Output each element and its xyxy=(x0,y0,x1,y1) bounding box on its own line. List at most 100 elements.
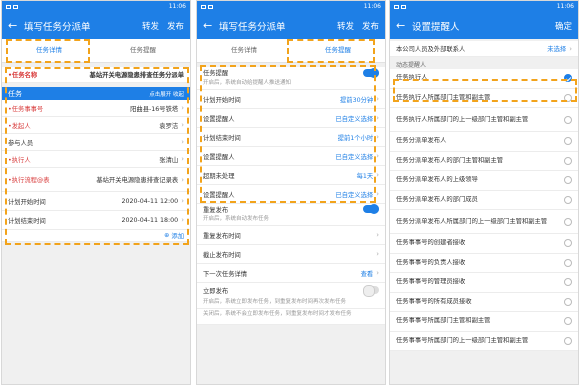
radio-icon[interactable] xyxy=(564,258,572,267)
view-link[interactable]: 查看 xyxy=(361,269,374,278)
row-label: 下一次任务详情 xyxy=(203,270,248,278)
add-button[interactable]: 添加 xyxy=(171,231,184,240)
radio-checked-icon[interactable] xyxy=(564,74,572,83)
reminder-row[interactable]: 计划结束时间 提前1个小时 › xyxy=(197,128,385,147)
chevron-right-icon: › xyxy=(376,269,379,277)
radio-icon[interactable] xyxy=(564,297,572,306)
radio-icon[interactable] xyxy=(564,217,572,226)
row-label: 计划结束时间 xyxy=(8,217,46,225)
option-row[interactable]: 任务分派单发布人 xyxy=(390,132,578,152)
forward-button[interactable]: 转发 xyxy=(142,20,159,32)
reminder-row[interactable]: 设置提醒人 已自定义选择 › xyxy=(197,185,385,204)
option-row[interactable]: 任务事事号所属部门的上一级部门主管和副主管 xyxy=(390,331,578,351)
option-label: 任务执行人 xyxy=(396,74,428,82)
radio-icon[interactable] xyxy=(564,336,572,345)
tab-task-details[interactable]: 任务详情 xyxy=(2,39,96,62)
immediate-toggle[interactable] xyxy=(363,285,379,297)
back-arrow-icon[interactable]: ← xyxy=(8,19,24,32)
radio-icon[interactable] xyxy=(564,278,572,287)
repeat-toggle[interactable] xyxy=(363,204,379,214)
form-row[interactable]: •任务事事号 阳曲县-16号铁塔 › xyxy=(2,100,190,117)
phone-task-reminder: 11:06 ← 填写任务分派单 转发 发布 任务详情 任务提醒 任务提醒 开启后… xyxy=(196,0,386,385)
tab-task-details[interactable]: 任务详情 xyxy=(197,39,291,62)
option-label: 任务事事号的负责人接收 xyxy=(396,258,466,266)
expand-collapse-link[interactable]: 点击展开 收起 xyxy=(149,90,184,98)
option-row[interactable]: 任务分派单发布人的上级领导 xyxy=(390,171,578,191)
chevron-right-icon: › xyxy=(376,231,379,239)
form-row[interactable]: •发起人 袁罗洁 › xyxy=(2,117,190,134)
repeat-row[interactable]: 截止发布时间 › xyxy=(197,245,385,264)
tab-task-reminder[interactable]: 任务提醒 xyxy=(291,39,385,62)
publish-button[interactable]: 发布 xyxy=(167,20,184,32)
option-row[interactable]: 任务事事号所属部门主管和副主管 xyxy=(390,312,578,332)
back-arrow-icon[interactable]: ← xyxy=(203,19,219,32)
option-row[interactable]: 任务事事号的所有成员接收 xyxy=(390,292,578,312)
radio-icon[interactable] xyxy=(564,93,572,102)
repeat-row[interactable]: 下一次任务详情 查看 › xyxy=(197,264,385,283)
repeat-row[interactable]: 重复发布时间 › xyxy=(197,226,385,245)
task-name-label: 任务名称 xyxy=(12,72,38,79)
option-row[interactable]: 任务分派单发布人的部门主管和副主管 xyxy=(390,151,578,171)
option-label: 任务事事号所属部门的上一级部门主管和副主管 xyxy=(396,336,529,344)
add-row[interactable]: ⊕ 添加 xyxy=(2,230,190,242)
option-row[interactable]: 任务事事号的创建者接收 xyxy=(390,234,578,254)
page-title: 填写任务分派单 xyxy=(219,21,286,33)
radio-icon[interactable] xyxy=(564,195,572,204)
radio-icon[interactable] xyxy=(564,115,572,124)
status-time: 11:06 xyxy=(556,3,574,10)
row-label: 设置提醒人 xyxy=(203,191,235,199)
option-row[interactable]: 任务执行人所属部门的上一级部门主管和副主管 xyxy=(390,108,578,132)
row-label: 任务事事号 xyxy=(11,105,44,113)
reminder-row[interactable]: 计划开始时间 提前30分钟 › xyxy=(197,90,385,109)
form-row[interactable]: •执行人 张清山 › xyxy=(2,151,190,168)
reminder-toggle[interactable] xyxy=(363,67,379,78)
status-time: 11:06 xyxy=(168,3,186,10)
row-label: 设置提醒人 xyxy=(203,153,235,161)
reminder-row[interactable]: 超期未处理 每1天 › xyxy=(197,166,385,185)
repeat-toggle-row[interactable]: 重复发布 xyxy=(197,204,385,214)
option-label: 任务分派单发布人所属部门的上一级部门主管和副主管 xyxy=(396,217,548,225)
repeat-label: 重复发布 xyxy=(203,206,229,214)
form-row[interactable]: •执行流程@表 基站开关电源隐患排查记录表 › xyxy=(2,168,190,192)
radio-icon[interactable] xyxy=(564,156,572,165)
option-row[interactable]: 任务分派单发布人的部门成员 xyxy=(390,190,578,210)
publish-button[interactable]: 发布 xyxy=(362,20,379,32)
radio-icon[interactable] xyxy=(564,317,572,326)
option-label: 任务分派单发布人的上级领导 xyxy=(396,176,478,184)
reminder-row[interactable]: 设置提醒人 已自定义选择 › xyxy=(197,147,385,166)
tab-task-reminder[interactable]: 任务提醒 xyxy=(96,39,190,62)
company-contacts-row[interactable]: 本公司人员及外部联系人 未选择 › xyxy=(390,41,578,57)
row-value: 张清山 xyxy=(159,156,179,164)
app-bar: ← 填写任务分派单 转发 发布 xyxy=(197,12,385,39)
add-icon[interactable]: ⊕ xyxy=(164,232,169,239)
chevron-right-icon: › xyxy=(181,104,184,112)
option-row[interactable]: 任务分派单发布人所属部门的上一级部门主管和副主管 xyxy=(390,210,578,234)
company-contacts-value: 未选择 xyxy=(547,46,567,53)
row-value: 提前30分钟 xyxy=(339,96,374,104)
confirm-button[interactable]: 确定 xyxy=(555,20,572,32)
reminder-row[interactable]: 设置提醒人 已自定义选择 › xyxy=(197,109,385,128)
forward-button[interactable]: 转发 xyxy=(337,20,354,32)
reminder-hint: 开启后，系统自动给提醒人推送通知 xyxy=(197,78,385,90)
option-row[interactable]: 任务事事号的负责人接收 xyxy=(390,253,578,273)
back-arrow-icon[interactable]: ← xyxy=(396,19,412,32)
task-section-header[interactable]: 任务 点击展开 收起 xyxy=(2,87,190,100)
option-row[interactable]: 任务执行人 xyxy=(390,69,578,89)
option-row[interactable]: 任务执行人所属部门主管和副主管 xyxy=(390,88,578,108)
task-name-row[interactable]: •任务名称 基站开关电源隐患排查任务分派单 xyxy=(2,67,190,83)
option-row[interactable]: 任务事事号的管理员接收 xyxy=(390,273,578,293)
radio-icon[interactable] xyxy=(564,137,572,146)
row-label: 计划结束时间 xyxy=(203,134,241,142)
option-label: 任务执行人所属部门的上一级部门主管和副主管 xyxy=(396,115,529,123)
chevron-right-icon: › xyxy=(376,133,379,141)
chevron-right-icon: › xyxy=(376,190,379,198)
form-row[interactable]: 参与人员 › xyxy=(2,134,190,151)
immediate-toggle-row[interactable]: 立即发布 xyxy=(197,283,385,297)
reminder-toggle-row[interactable]: 任务提醒 xyxy=(197,67,385,78)
form-row[interactable]: 计划结束时间 2020-04-11 18:00 › xyxy=(2,211,190,230)
radio-icon[interactable] xyxy=(564,176,572,185)
radio-icon[interactable] xyxy=(564,239,572,248)
row-label: 重复发布时间 xyxy=(203,232,241,240)
immediate-label: 立即发布 xyxy=(203,287,229,295)
form-row[interactable]: 计划开始时间 2020-04-11 12:00 › xyxy=(2,192,190,211)
